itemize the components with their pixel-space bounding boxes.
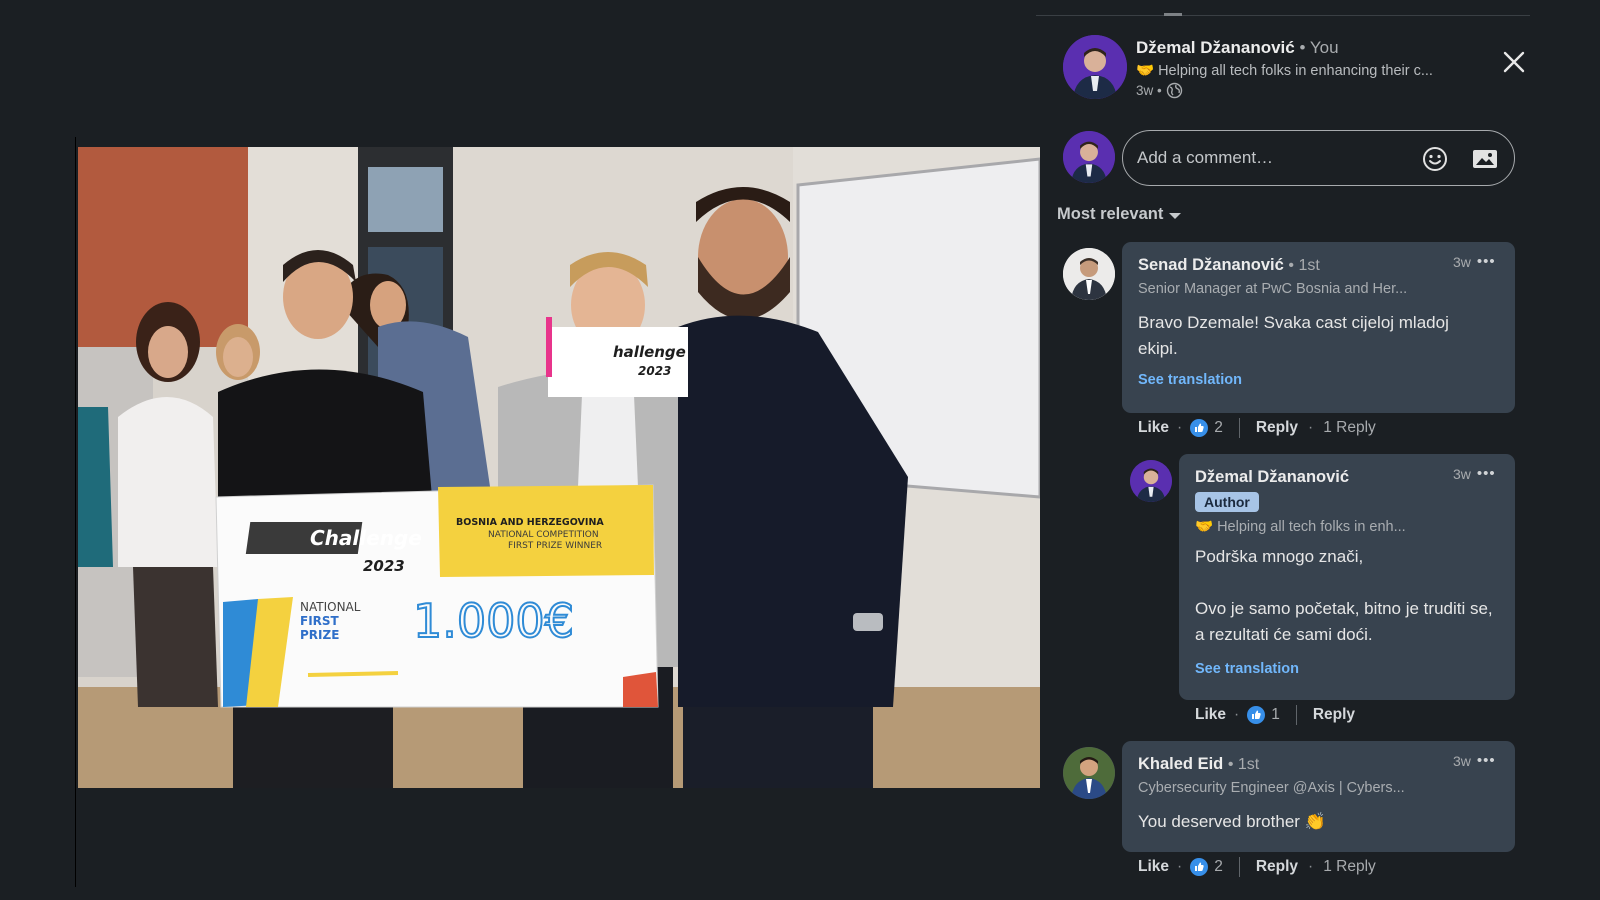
post-author-relation: • You	[1299, 38, 1339, 57]
panel-top-divider	[1036, 13, 1530, 16]
cheque-first: FIRST	[300, 614, 340, 628]
more-icon[interactable]: •••	[1477, 466, 1496, 481]
banner-year-text: 2023	[638, 364, 671, 378]
emoji-button[interactable]	[1420, 144, 1450, 174]
post-time: 3w •	[1136, 83, 1162, 98]
comment-text-line: Ovo je samo početak, bitno je truditi se…	[1195, 599, 1493, 644]
comment-time: 3w	[1453, 753, 1471, 769]
post-meta: 3w •	[1136, 82, 1183, 99]
current-user-avatar	[1063, 131, 1115, 183]
commenter-name[interactable]: Khaled Eid • 1st	[1138, 755, 1259, 774]
cheque-winner: FIRST PRIZE WINNER	[508, 541, 602, 551]
comment-bubble: Khaled Eid • 1st Cybersecurity Engineer …	[1122, 741, 1515, 852]
more-icon[interactable]: •••	[1477, 753, 1496, 768]
banner-challenge-text: hallenge	[613, 343, 686, 361]
connection-degree: • 1st	[1288, 257, 1320, 274]
cheque-competition: NATIONAL COMPETITION	[488, 530, 599, 540]
add-image-button[interactable]	[1470, 144, 1500, 174]
more-icon[interactable]: •••	[1477, 254, 1496, 269]
comment-actions: Like · 1 Reply	[1195, 705, 1355, 725]
see-translation-link[interactable]: See translation	[1195, 661, 1299, 677]
like-reaction-icon	[1247, 706, 1266, 724]
globe-icon	[1166, 82, 1183, 99]
reply-count[interactable]: 1 Reply	[1323, 858, 1376, 876]
like-button[interactable]: Like	[1138, 858, 1169, 876]
commenter-name-text[interactable]: Senad Džananović	[1138, 256, 1284, 274]
media-divider	[75, 137, 76, 887]
commenter-avatar[interactable]	[1130, 460, 1172, 502]
comment-input-wrapper	[1122, 130, 1515, 186]
sort-label: Most relevant	[1057, 205, 1164, 223]
cheque-prize: PRIZE	[300, 628, 339, 642]
see-translation-link[interactable]: See translation	[1138, 372, 1242, 388]
action-divider	[1238, 418, 1240, 438]
cheque-amount: 1.000€	[413, 594, 574, 648]
comment-time: 3w	[1453, 466, 1471, 482]
separator-dot: ·	[1234, 706, 1240, 723]
commenter-avatar[interactable]	[1063, 248, 1115, 300]
separator-dot: ·	[1177, 419, 1183, 436]
commenter-name-text[interactable]: Džemal Džananović	[1195, 468, 1349, 486]
reply-count[interactable]: 1 Reply	[1323, 419, 1376, 437]
separator-dot: ·	[1308, 858, 1314, 875]
comment-bubble: Džemal Džananović Author 🤝 Helping all t…	[1179, 454, 1515, 700]
comment-time: 3w	[1453, 254, 1471, 270]
close-icon	[1503, 51, 1525, 73]
commenter-headline: Cybersecurity Engineer @Axis | Cybers...	[1138, 780, 1405, 796]
connection-degree: • 1st	[1227, 756, 1260, 773]
emoji-icon	[1423, 147, 1447, 171]
reply-button[interactable]: Reply	[1256, 858, 1298, 876]
action-divider	[1295, 705, 1297, 725]
post-header: Džemal Džananović • You 🤝 Helping all te…	[1063, 35, 1543, 105]
post-photo[interactable]: hallenge 2023 unija Challenge 2023 BOSNI…	[78, 147, 1040, 788]
commenter-headline: 🤝 Helping all tech folks in enh...	[1195, 519, 1406, 535]
author-badge: Author	[1195, 492, 1259, 512]
image-icon	[1473, 150, 1497, 168]
commenter-name-text[interactable]: Khaled Eid	[1138, 755, 1223, 773]
like-count[interactable]: 2	[1214, 858, 1223, 876]
comment-text: Podrška mnogo znači, Ovo je samo početak…	[1195, 544, 1505, 648]
comment-text: You deserved brother 👏	[1138, 812, 1326, 831]
post-author-name[interactable]: Džemal Džananović • You	[1136, 38, 1339, 58]
comment-composer	[1063, 130, 1515, 186]
comment-text: Bravo Dzemale! Svaka cast cijeloj mladoj…	[1138, 313, 1449, 358]
post-author-avatar[interactable]	[1063, 35, 1127, 99]
like-reaction-icon	[1190, 858, 1209, 876]
comment-bubble: Senad Džananović • 1st Senior Manager at…	[1122, 242, 1515, 413]
post-author-headline: 🤝 Helping all tech folks in enhancing th…	[1136, 63, 1433, 79]
like-reaction-icon	[1190, 419, 1209, 437]
comment-text-line: Podrška mnogo znači,	[1195, 547, 1364, 566]
cheque-country: BOSNIA AND HERZEGOVINA	[456, 517, 604, 528]
cheque-year: 2023	[363, 557, 405, 575]
reply-button[interactable]: Reply	[1313, 706, 1355, 724]
comment-time-group: 3w •••	[1453, 753, 1496, 769]
cheque-challenge: Challenge	[310, 526, 422, 550]
comment-actions: Like · 2 Reply · 1 Reply	[1138, 418, 1376, 438]
action-divider	[1238, 857, 1240, 877]
caret-down-icon	[1169, 212, 1182, 219]
like-button[interactable]: Like	[1195, 706, 1226, 724]
separator-dot: ·	[1308, 419, 1314, 436]
comment-time-group: 3w •••	[1453, 254, 1496, 270]
close-button[interactable]	[1496, 44, 1532, 80]
commenter-name[interactable]: Džemal Džananović	[1195, 468, 1349, 487]
like-button[interactable]: Like	[1138, 419, 1169, 437]
sort-dropdown[interactable]: Most relevant	[1057, 205, 1182, 224]
commenter-name[interactable]: Senad Džananović • 1st	[1138, 256, 1320, 275]
comment-time-group: 3w •••	[1453, 466, 1496, 482]
commenter-avatar[interactable]	[1063, 747, 1115, 799]
like-count[interactable]: 2	[1214, 419, 1223, 437]
award-photo-illustration: hallenge 2023 unija Challenge 2023 BOSNI…	[78, 147, 1040, 788]
comment-actions: Like · 2 Reply · 1 Reply	[1138, 857, 1376, 877]
post-author-name-text[interactable]: Džemal Džananović	[1136, 38, 1295, 57]
like-count[interactable]: 1	[1271, 706, 1280, 724]
cheque-national: NATIONAL	[300, 600, 361, 614]
separator-dot: ·	[1177, 858, 1183, 875]
commenter-headline: Senior Manager at PwC Bosnia and Her...	[1138, 281, 1408, 297]
reply-button[interactable]: Reply	[1256, 419, 1298, 437]
prize-cheque: unija Challenge 2023 BOSNIA AND HERZEGOV…	[215, 484, 659, 708]
comment-input[interactable]	[1137, 145, 1407, 171]
